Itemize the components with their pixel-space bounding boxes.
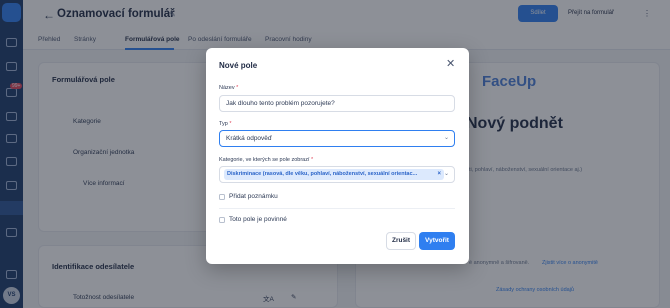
add-note-checkbox[interactable] bbox=[219, 194, 225, 200]
required-label: Toto pole je povinné bbox=[229, 216, 287, 223]
new-field-dialog: Nové pole ✕ Název * Jak dlouho tento pro… bbox=[206, 48, 469, 264]
required-checkbox[interactable] bbox=[219, 217, 225, 223]
name-label: Název * bbox=[219, 85, 239, 91]
close-icon[interactable]: ✕ bbox=[446, 59, 455, 70]
type-select-value: Krátká odpověď bbox=[226, 135, 272, 142]
type-select[interactable]: Krátká odpověď ⌄ bbox=[219, 130, 455, 147]
dialog-title: Nové pole bbox=[219, 61, 258, 70]
name-input[interactable]: Jak dlouho tento problém pozorujete? bbox=[219, 95, 455, 112]
divider bbox=[219, 208, 455, 209]
chevron-down-icon: ⌄ bbox=[443, 135, 449, 141]
cancel-button[interactable]: Zrušit bbox=[386, 232, 416, 250]
chevron-down-icon: ⌄ bbox=[443, 171, 449, 177]
remove-chip-icon[interactable]: × bbox=[437, 169, 441, 180]
categories-label: Kategorie, ve kterých se pole zobrazí * bbox=[219, 157, 314, 163]
categories-select[interactable]: Diskriminace (rasová, dle věku, pohlaví,… bbox=[219, 166, 455, 183]
add-note-label: Přidat poznámku bbox=[229, 193, 278, 200]
category-chip: Diskriminace (rasová, dle věku, pohlaví,… bbox=[224, 169, 444, 180]
type-label: Typ * bbox=[219, 121, 232, 127]
create-button[interactable]: Vytvořit bbox=[419, 232, 455, 250]
category-chip-label: Diskriminace (rasová, dle věku, pohlaví,… bbox=[227, 171, 418, 177]
